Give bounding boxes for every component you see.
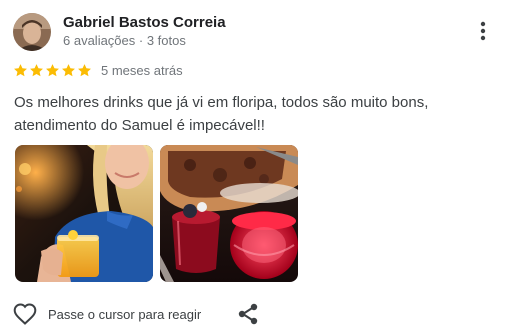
review-date: 5 meses atrás xyxy=(101,62,183,78)
share-button[interactable] xyxy=(236,302,260,326)
rating-row: 5 meses atrás xyxy=(13,61,183,79)
review-photo-2[interactable] xyxy=(160,145,298,282)
review-text: Os melhores drinks que já vi em floripa,… xyxy=(14,94,429,134)
avatar-image xyxy=(13,13,51,51)
more-options-button[interactable] xyxy=(472,18,494,44)
star-icon xyxy=(78,63,91,76)
heart-outline-icon xyxy=(13,303,37,325)
photo-woman-with-drink xyxy=(15,145,153,282)
reviewer-avatar[interactable] xyxy=(13,13,51,51)
review-actions: Passe o cursor para reagir xyxy=(12,300,201,328)
more-vert-icon xyxy=(480,21,486,41)
photo-red-drinks xyxy=(160,145,298,282)
reviewer-meta: 6 avaliações · 3 fotos xyxy=(63,33,186,48)
review-photo-1[interactable] xyxy=(15,145,153,282)
star-icon xyxy=(62,63,75,76)
share-icon xyxy=(238,303,258,325)
star-icon xyxy=(14,63,27,76)
react-hint-label: Passe o cursor para reagir xyxy=(48,306,202,322)
reviewer-name[interactable]: Gabriel Bastos Correia xyxy=(63,14,226,31)
react-button[interactable] xyxy=(12,301,38,327)
star-icon xyxy=(30,63,43,76)
star-rating xyxy=(13,63,92,78)
star-icon xyxy=(46,63,59,76)
